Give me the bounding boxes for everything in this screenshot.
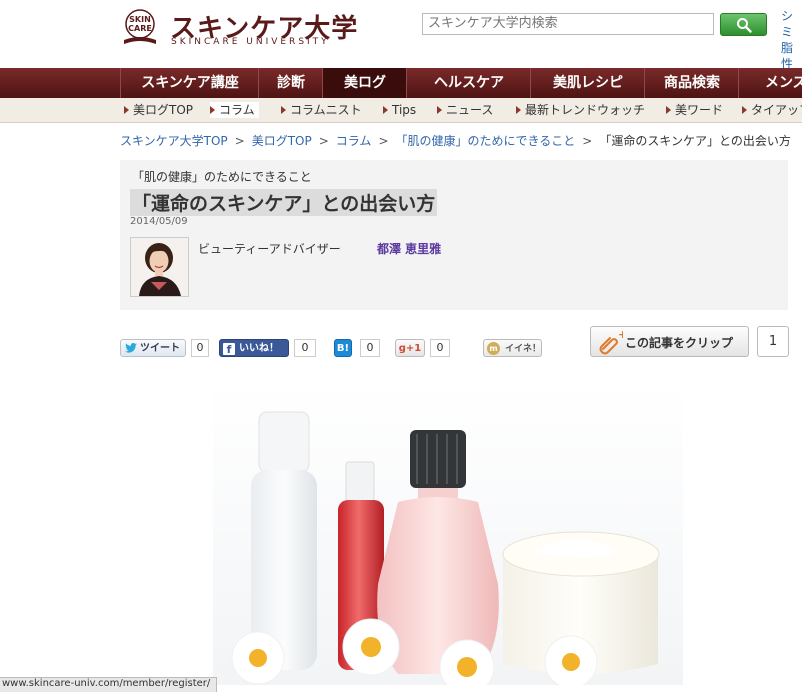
- triangle-right-icon: [437, 106, 442, 114]
- search-button[interactable]: [720, 13, 767, 36]
- subnav-item-biword[interactable]: 美ワード: [666, 102, 723, 118]
- like-count: 0: [294, 339, 316, 357]
- triangle-right-icon: [124, 106, 129, 114]
- subnav-label: ニュース: [446, 103, 494, 117]
- article-title: 「運命のスキンケア」との出会い方: [130, 189, 438, 216]
- site-logo[interactable]: SKIN CARE スキンケア大学 SKINCARE UNIVERSITY: [118, 8, 357, 48]
- google-plus-button[interactable]: g+1: [395, 339, 425, 357]
- breadcrumb-separator: >: [234, 134, 245, 148]
- article-date: 2014/05/09: [130, 216, 188, 227]
- google-plus-icon: g+1: [398, 343, 422, 354]
- breadcrumb-link-category[interactable]: 「肌の健康」のためにできること: [396, 134, 576, 148]
- tweet-label: ツイート: [140, 343, 180, 354]
- skincare-products-illustration: [213, 384, 683, 685]
- svg-text:+: +: [618, 329, 623, 341]
- mixi-label: イイネ！: [505, 344, 542, 354]
- subnav-item-tieup[interactable]: タイアップ: [742, 102, 802, 118]
- nav-item-recipe[interactable]: 美肌レシピ: [530, 68, 645, 98]
- triangle-right-icon: [666, 106, 671, 114]
- tweet-button[interactable]: ツイート: [120, 339, 186, 357]
- subnav-label: コラム: [219, 103, 255, 117]
- subnav-item-bilog-top[interactable]: 美ログTOP: [124, 102, 193, 118]
- author-avatar[interactable]: [130, 237, 189, 297]
- breadcrumb-separator: >: [582, 134, 593, 148]
- subnav-label: 美ワード: [675, 103, 724, 117]
- subnav-item-column[interactable]: コラム: [210, 102, 259, 118]
- subnav-item-columnist[interactable]: コラムニスト: [281, 102, 362, 118]
- breadcrumb: スキンケア大学TOP > 美ログTOP > コラム > 「肌の健康」のためにできること > 「運…: [120, 132, 791, 149]
- mixi-check-button[interactable]: m イイネ！: [483, 339, 542, 357]
- search-icon: [737, 18, 752, 33]
- article-category[interactable]: 「肌の健康」のためにできること: [132, 168, 312, 185]
- breadcrumb-separator: >: [318, 134, 329, 148]
- nav-item-mens[interactable]: メンズ: [738, 68, 802, 98]
- hatena-count: 0: [360, 339, 380, 357]
- nav-item-skincare-course[interactable]: スキンケア講座: [120, 68, 259, 98]
- clip-count: 1: [757, 326, 789, 357]
- nav-item-product-search[interactable]: 商品検索: [644, 68, 739, 98]
- author-role: ビューティーアドバイザー: [198, 242, 341, 256]
- subnav-label: 美ログTOP: [133, 103, 194, 117]
- nav-item-diagnosis[interactable]: 診断: [258, 68, 323, 98]
- breadcrumb-link-bilog[interactable]: 美ログTOP: [252, 134, 312, 148]
- author-name-link[interactable]: 都澤 恵里雅: [377, 240, 441, 257]
- svg-text:CARE: CARE: [128, 24, 152, 33]
- breadcrumb-current: 「運命のスキンケア」との出会い方: [599, 134, 791, 148]
- author-portrait-icon: [131, 238, 188, 296]
- facebook-like-button[interactable]: f いいね！: [219, 339, 289, 357]
- triangle-right-icon: [210, 106, 215, 114]
- breadcrumb-link-column[interactable]: コラム: [336, 134, 372, 148]
- nav-item-healthcare[interactable]: ヘルスケア: [406, 68, 531, 98]
- twitter-bird-icon: [125, 343, 137, 353]
- hatena-icon: B!: [336, 343, 350, 354]
- svg-text:SKIN: SKIN: [129, 15, 151, 24]
- breadcrumb-link-top[interactable]: スキンケア大学TOP: [120, 134, 228, 148]
- triangle-right-icon: [516, 106, 521, 114]
- mixi-icon: m: [487, 342, 500, 355]
- header-side-link-1[interactable]: シミ: [781, 8, 802, 40]
- subnav-label: Tips: [392, 103, 417, 117]
- article-header: 「肌の健康」のためにできること 「運命のスキンケア」との出会い方 2014/05…: [120, 160, 788, 310]
- site-header: SKIN CARE スキンケア大学 SKINCARE UNIVERSITY シミ…: [0, 0, 802, 71]
- paperclip-plus-icon: +: [599, 329, 623, 355]
- google-plus-count: 0: [430, 339, 450, 357]
- triangle-right-icon: [383, 106, 388, 114]
- subnav-item-tips[interactable]: Tips: [383, 102, 416, 118]
- header-side-links[interactable]: シミ 脂性: [781, 8, 802, 72]
- subnav-label: タイアップ: [751, 103, 802, 117]
- subnav-item-trend-watch[interactable]: 最新トレンドウォッチ: [516, 102, 645, 118]
- hatena-bookmark-button[interactable]: B!: [334, 339, 352, 357]
- like-label: いいね！: [239, 343, 279, 354]
- breadcrumb-separator: >: [378, 134, 389, 148]
- subnav-label: 最新トレンドウォッチ: [525, 103, 646, 117]
- subnav-label: コラムニスト: [290, 103, 362, 117]
- triangle-right-icon: [742, 106, 747, 114]
- tweet-count: 0: [191, 339, 209, 357]
- site-search-input[interactable]: [422, 13, 714, 35]
- subnav-item-news[interactable]: ニュース: [437, 102, 493, 118]
- logo-subtitle: SKINCARE UNIVERSITY: [171, 37, 330, 47]
- triangle-right-icon: [281, 106, 286, 114]
- nav-item-bilog[interactable]: 美ログ: [322, 68, 407, 98]
- sub-nav: 美ログTOP コラム コラムニスト Tips ニュース 最新トレンドウォッチ 美…: [0, 98, 802, 123]
- facebook-icon: f: [223, 343, 235, 356]
- skincare-badge-icon: SKIN CARE: [124, 9, 156, 44]
- main-nav: スキンケア講座 診断 美ログ ヘルスケア 美肌レシピ 商品検索 メンズ: [0, 68, 802, 98]
- article-hero-image: [213, 384, 683, 685]
- clip-article-button[interactable]: + この記事をクリップ: [590, 326, 749, 357]
- clip-label: この記事をクリップ: [625, 336, 734, 350]
